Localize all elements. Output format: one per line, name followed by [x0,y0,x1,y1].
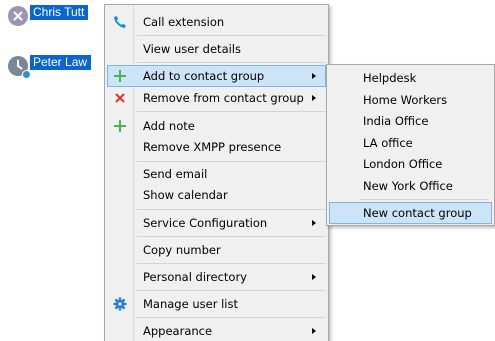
menu-item-label: Appearance [143,324,213,338]
submenu-item-label: Helpdesk [363,71,417,85]
menu-item-add-to-contact-group[interactable]: Add to contact group [107,65,326,87]
contact-name: Chris Tutt [30,5,89,20]
menu-separator [137,317,325,318]
menu-item-call-extension[interactable]: Call extension [107,11,326,33]
menu-item-label: Remove XMPP presence [143,140,282,154]
avatar [8,6,28,26]
menu-item-copy-number[interactable]: Copy number [107,239,326,261]
menu-item-label: Remove from contact group [143,91,304,105]
menu-separator [137,290,325,291]
menu-separator [137,236,325,237]
submenu-item-india-office[interactable]: India Office [329,110,492,132]
menu-separator [137,111,325,112]
context-menu: Call extension View user details Add to … [104,4,329,341]
plus-icon [112,68,128,84]
cross-icon [13,11,23,21]
menu-separator [137,209,325,210]
menu-item-manage-user-list[interactable]: Manage user list [107,293,326,315]
submenu-item-new-contact-group[interactable]: New contact group [329,202,492,224]
menu-item-service-configuration[interactable]: Service Configuration [107,212,326,234]
submenu-arrow-icon [312,95,316,101]
menu-item-label: Add to contact group [143,69,265,83]
gear-icon [112,296,128,312]
contact-group-submenu: Helpdesk Home Workers India Office LA of… [326,64,495,226]
submenu-arrow-icon [312,220,316,226]
contact-name: Peter Law [30,55,92,70]
menu-item-label: Show calendar [143,188,228,202]
submenu-item-label: India Office [363,114,429,128]
menu-item-label: View user details [143,42,241,56]
submenu-arrow-icon [312,274,316,280]
submenu-item-home-workers[interactable]: Home Workers [329,89,492,111]
phone-icon [112,14,128,30]
screen: Chris Tutt Peter Law Call extension View… [0,0,495,341]
submenu-item-new-york-office[interactable]: New York Office [329,175,492,197]
menu-item-label: Manage user list [143,297,238,311]
submenu-item-la-office[interactable]: LA office [329,132,492,154]
menu-item-label: Send email [143,167,208,181]
menu-separator [137,161,325,162]
submenu-item-label: New York Office [363,179,453,193]
menu-separator [137,35,325,36]
menu-item-remove-xmpp-presence[interactable]: Remove XMPP presence [107,136,326,158]
menu-item-label: Service Configuration [143,216,268,230]
red-cross-icon [112,90,128,106]
menu-item-remove-from-contact-group[interactable]: Remove from contact group [107,87,326,109]
menu-item-label: Add note [143,119,195,133]
menu-item-label: Personal directory [143,270,247,284]
menu-item-add-note[interactable]: Add note [107,115,326,137]
submenu-item-label: LA office [363,136,413,150]
menu-item-view-user-details[interactable]: View user details [107,38,326,60]
submenu-item-label: New contact group [363,206,472,220]
menu-item-personal-directory[interactable]: Personal directory [107,266,326,288]
plus-icon [112,118,128,134]
submenu-arrow-icon [312,328,316,334]
menu-item-show-calendar[interactable]: Show calendar [107,184,326,206]
menu-item-label: Call extension [143,15,225,29]
presence-status-dot [22,70,31,79]
menu-item-label: Copy number [143,243,221,257]
menu-separator [137,263,325,264]
submenu-item-label: Home Workers [363,93,448,107]
submenu-item-helpdesk[interactable]: Helpdesk [329,67,492,89]
submenu-arrow-icon [312,73,316,79]
menu-item-send-email[interactable]: Send email [107,163,326,185]
menu-item-appearance[interactable]: Appearance [107,320,326,341]
menu-separator [137,62,325,63]
menu-separator [359,199,489,200]
submenu-item-london-office[interactable]: London Office [329,153,492,175]
submenu-item-label: London Office [363,157,443,171]
